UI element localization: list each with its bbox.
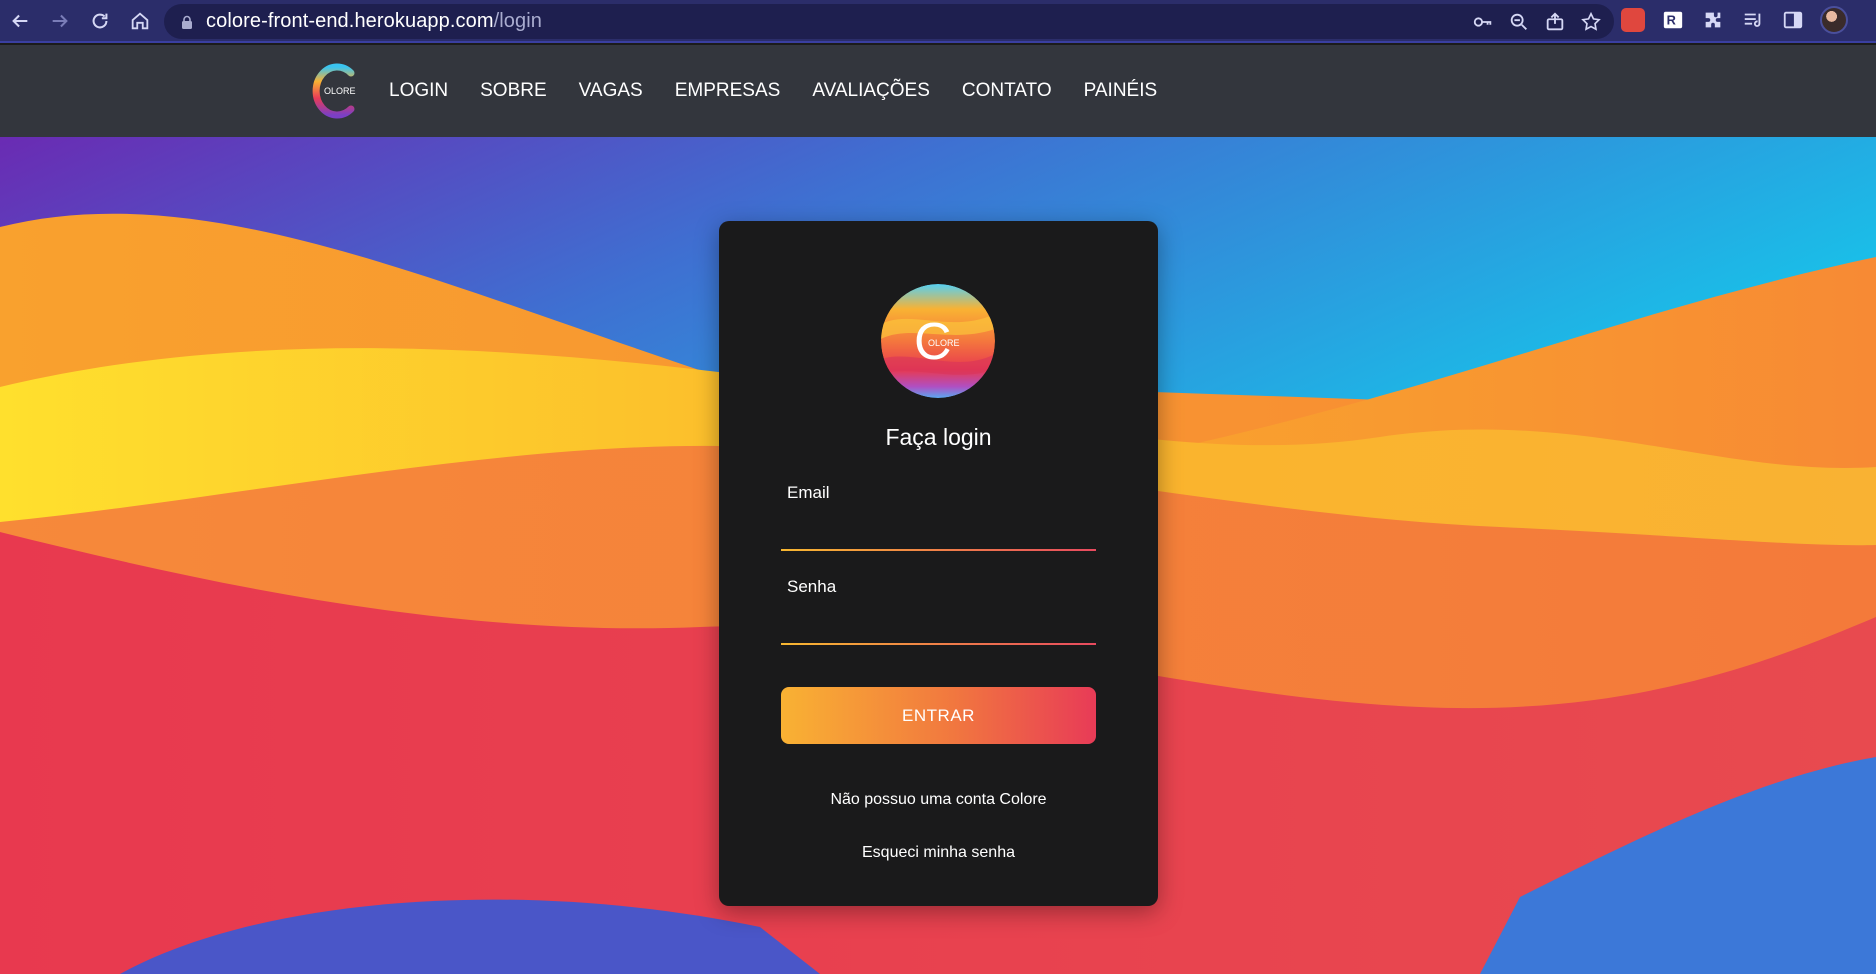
svg-text:R: R bbox=[1667, 13, 1676, 28]
share-icon[interactable] bbox=[1544, 11, 1566, 33]
nav-contato[interactable]: CONTATO bbox=[962, 80, 1052, 102]
signup-link[interactable]: Não possuo uma conta Colore bbox=[719, 791, 1158, 809]
password-field[interactable] bbox=[781, 597, 1096, 635]
star-icon[interactable] bbox=[1580, 11, 1602, 33]
side-panel-icon[interactable] bbox=[1780, 7, 1806, 33]
key-icon[interactable] bbox=[1472, 11, 1494, 33]
back-icon[interactable] bbox=[0, 1, 40, 41]
zoom-out-icon[interactable] bbox=[1508, 11, 1530, 33]
card-logo: C OLORE bbox=[881, 284, 995, 398]
login-title: Faça login bbox=[885, 424, 992, 450]
forgot-password-link[interactable]: Esqueci minha senha bbox=[719, 844, 1158, 862]
browser-toolbar: colore-front-end.herokuapp.com/login R bbox=[0, 0, 1876, 43]
home-icon[interactable] bbox=[120, 1, 160, 41]
email-field[interactable] bbox=[781, 503, 1096, 541]
url-path: /login bbox=[493, 10, 543, 32]
extension-red-icon[interactable] bbox=[1620, 7, 1646, 33]
nav-empresas[interactable]: EMPRESAS bbox=[675, 80, 781, 102]
password-label: Senha bbox=[787, 577, 837, 596]
email-label: Email bbox=[787, 483, 830, 502]
reload-icon[interactable] bbox=[80, 1, 120, 41]
card-logo-text: OLORE bbox=[928, 338, 960, 348]
nav-vagas[interactable]: VAGAS bbox=[579, 80, 643, 102]
enter-button[interactable]: ENTRAR bbox=[781, 687, 1096, 744]
url-domain: colore-front-end.herokuapp.com bbox=[206, 10, 494, 32]
main-nav: LOGIN SOBRE VAGAS EMPRESAS AVALIAÇÕES CO… bbox=[389, 45, 1189, 137]
logo-text: OLORE bbox=[324, 86, 356, 96]
lock-icon bbox=[182, 15, 192, 29]
profile-avatar[interactable] bbox=[1820, 6, 1848, 34]
site-header: OLORE LOGIN SOBRE VAGAS EMPRESAS AVALIAÇ… bbox=[0, 45, 1876, 137]
extensions-puzzle-icon[interactable] bbox=[1700, 7, 1726, 33]
nav-login[interactable]: LOGIN bbox=[389, 80, 448, 102]
email-underline bbox=[781, 549, 1096, 551]
nav-avaliacoes[interactable]: AVALIAÇÕES bbox=[812, 80, 930, 102]
media-control-icon[interactable] bbox=[1740, 7, 1766, 33]
nav-sobre[interactable]: SOBRE bbox=[480, 80, 547, 102]
colore-logo[interactable]: OLORE bbox=[311, 63, 357, 119]
password-underline bbox=[781, 643, 1096, 645]
nav-paineis[interactable]: PAINÉIS bbox=[1084, 80, 1158, 102]
extension-r-icon[interactable]: R bbox=[1660, 7, 1686, 33]
url-text: colore-front-end.herokuapp.com/login bbox=[206, 10, 542, 33]
address-bar[interactable]: colore-front-end.herokuapp.com/login bbox=[164, 4, 1614, 39]
forward-icon[interactable] bbox=[40, 1, 80, 41]
login-card: C OLORE Faça login Email Senha ENTRAR Nã… bbox=[719, 221, 1158, 906]
